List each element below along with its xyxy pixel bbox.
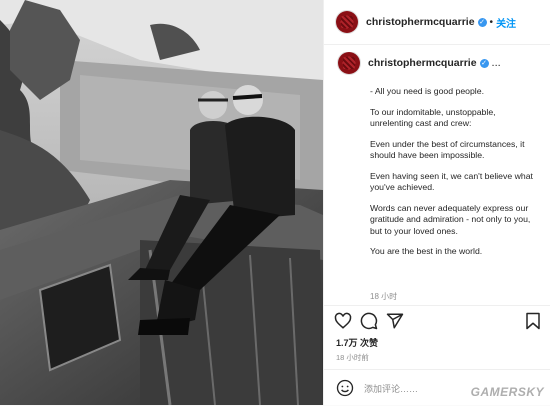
photo-illustration	[0, 0, 323, 405]
author-username[interactable]: christophermcquarrie	[366, 16, 475, 28]
caption-timestamp[interactable]: 18 小时	[370, 291, 397, 302]
caption-username[interactable]: christophermcquarrie	[368, 57, 477, 69]
author-avatar[interactable]	[336, 11, 358, 33]
caption-paragraph: - All you need is good people.	[370, 86, 484, 96]
verified-badge-icon: ✓	[477, 17, 487, 27]
heart-icon[interactable]	[334, 312, 352, 330]
action-icons	[334, 312, 404, 330]
bookmark-icon	[526, 312, 540, 330]
emoji-icon[interactable]	[336, 379, 354, 397]
caption-paragraph: Words can never adequately express our g…	[370, 202, 531, 236]
post-side-panel: christophermcquarrie ✓ • 关注 christopherm…	[323, 0, 550, 405]
caption-paragraph: To our indomitable, unstoppable, unrelen…	[370, 106, 496, 129]
caption-paragraph: You are the best in the world.	[370, 246, 483, 256]
dot-separator: •	[489, 16, 494, 28]
caption-more[interactable]: ...	[492, 57, 501, 69]
comment-icon[interactable]	[360, 312, 378, 330]
caption-text: - All you need is good people. To our in…	[370, 86, 539, 258]
verified-badge-icon: ✓	[479, 58, 489, 68]
caption-block: christophermcquarrie ✓ ... - All you nee…	[324, 52, 550, 304]
like-count[interactable]: 1.7万 次赞	[336, 336, 378, 349]
share-icon[interactable]	[386, 312, 404, 330]
watermark: GAMERSKY	[470, 385, 544, 399]
post-header: christophermcquarrie ✓ • 关注	[324, 0, 550, 45]
caption-avatar[interactable]	[338, 52, 360, 74]
caption-header: christophermcquarrie ✓ ...	[324, 52, 550, 74]
comment-input[interactable]: 添加评论……	[364, 382, 418, 395]
follow-button[interactable]: 关注	[496, 15, 516, 30]
instagram-post: christophermcquarrie ✓ • 关注 christopherm…	[0, 0, 550, 405]
post-timestamp: 18 小时前	[336, 353, 369, 362]
post-photo[interactable]	[0, 0, 323, 405]
caption-paragraph: Even having seen it, we can't believe wh…	[370, 170, 533, 193]
bookmark-button[interactable]	[525, 312, 541, 335]
caption-paragraph: Even under the best of circumstances, it…	[370, 138, 525, 161]
